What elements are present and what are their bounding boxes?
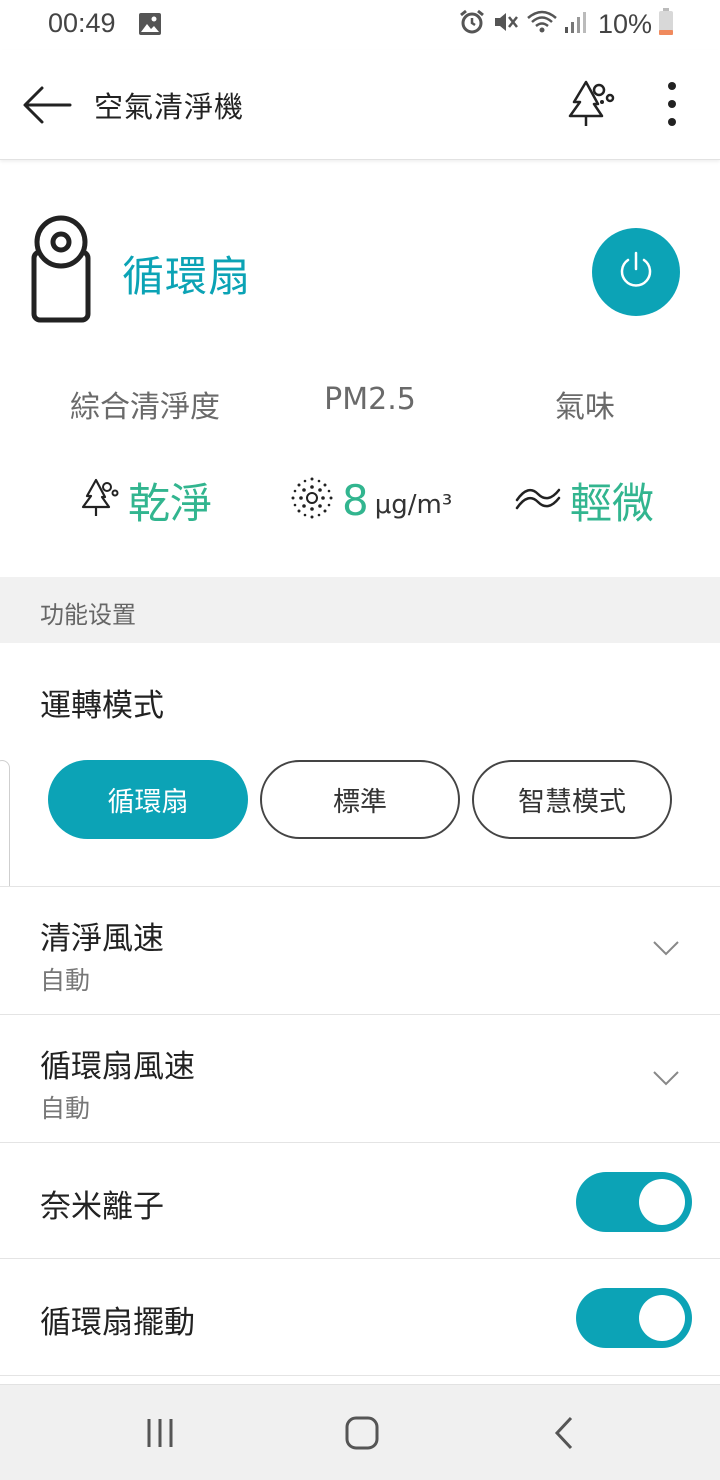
indicator-label-cleanliness: 綜合清淨度 <box>70 390 220 425</box>
indicator-label-odor: 氣味 <box>555 390 615 425</box>
power-icon <box>614 248 658 296</box>
alarm-icon <box>458 9 486 39</box>
air-purifier-icon <box>30 212 94 328</box>
back-arrow-icon[interactable] <box>18 80 78 130</box>
indicator-odor: 輕微 <box>514 470 654 530</box>
nano-ion-title: 奈米離子 <box>40 1189 164 1225</box>
odor-waves-icon <box>514 478 562 522</box>
wifi-icon <box>526 9 558 39</box>
more-vert-icon[interactable] <box>652 78 692 130</box>
fan-speed-title: 循環扇風速 <box>40 1049 195 1085</box>
nano-ion-row: 奈米離子 <box>0 1142 720 1258</box>
fan-swing-toggle[interactable] <box>576 1288 692 1348</box>
clean-speed-value: 自動 <box>40 966 91 995</box>
current-mode-title: 循環扇 <box>122 252 252 301</box>
section-title: 功能设置 <box>40 601 136 629</box>
chevron-down-icon <box>652 1069 680 1091</box>
battery-percent: 10% <box>597 8 652 39</box>
mute-icon <box>492 9 520 39</box>
app-bar: 空氣清淨機 <box>0 50 720 160</box>
indicator-label-pm25: PM2.5 <box>324 382 416 417</box>
clean-speed-title: 清淨風速 <box>40 921 164 957</box>
home-icon[interactable] <box>340 1413 384 1453</box>
fan-swing-title: 循環扇擺動 <box>40 1305 195 1341</box>
mode-button-standard[interactable]: 標準 <box>260 760 460 839</box>
pm25-value: 8 <box>342 475 369 525</box>
tree-icon[interactable] <box>566 78 618 130</box>
mode-button-fan[interactable]: 循環扇 <box>48 760 248 839</box>
run-mode-label: 運轉模式 <box>40 688 164 724</box>
battery-icon <box>658 8 674 40</box>
nano-ion-toggle[interactable] <box>576 1172 692 1232</box>
status-bar: 00:49 10% <box>0 0 720 50</box>
toggle-knob <box>639 1295 685 1341</box>
system-nav-bar <box>0 1384 720 1480</box>
gallery-icon <box>138 12 162 40</box>
signal-icon <box>564 9 588 39</box>
indicator-pm25: 8 μg/m³ <box>290 470 452 530</box>
clean-speed-row[interactable]: 清淨風速 自動 <box>0 886 720 1014</box>
tree-icon <box>80 477 120 523</box>
status-time: 00:49 <box>48 8 116 38</box>
mode-button-smart[interactable]: 智慧模式 <box>472 760 672 839</box>
fan-speed-row[interactable]: 循環扇風速 自動 <box>0 1014 720 1142</box>
indicator-cleanliness: 乾淨 <box>80 470 212 530</box>
app-title: 空氣清淨機 <box>94 90 245 124</box>
recent-apps-icon[interactable] <box>138 1413 182 1453</box>
section-header-settings: 功能设置 <box>0 577 720 643</box>
fan-swing-row: 循環扇擺動 <box>0 1258 720 1376</box>
power-button[interactable] <box>592 228 680 316</box>
back-icon[interactable] <box>546 1413 582 1453</box>
fan-speed-value: 自動 <box>40 1094 91 1123</box>
toggle-knob <box>639 1179 685 1225</box>
pm25-unit: μg/m³ <box>374 490 453 520</box>
cleanliness-value: 乾淨 <box>128 478 213 528</box>
particle-icon <box>290 476 334 524</box>
odor-value: 輕微 <box>570 478 655 528</box>
chevron-down-icon <box>652 939 680 961</box>
